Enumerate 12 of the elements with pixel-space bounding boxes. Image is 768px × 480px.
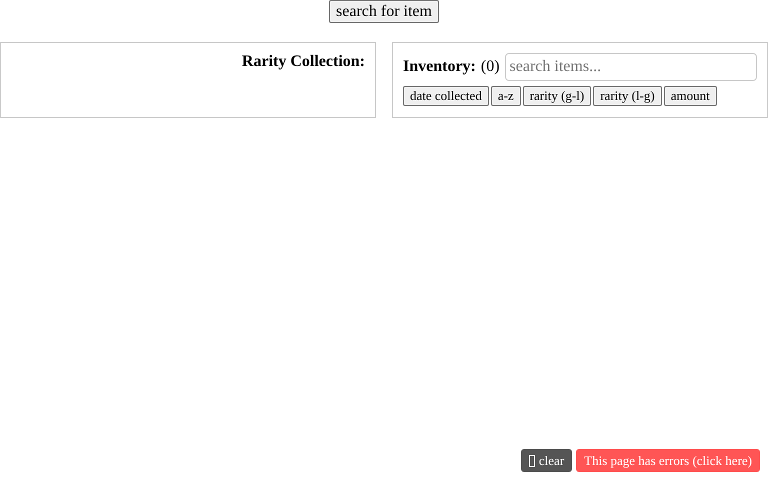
search-items-field[interactable]: search items... [504,53,757,81]
sort-button[interactable]: a-z [490,86,521,106]
missing-glyph-icon [528,454,535,466]
sort-button[interactable]: rarity (l-g) [593,86,662,106]
sort-button[interactable]: amount [664,86,717,106]
inventory-title: Inventory: [403,58,476,76]
inventory-count: (0) [480,58,500,76]
search-for-item-button[interactable]: search for item [329,0,439,23]
sort-button[interactable]: date collected [403,86,489,106]
sort-button[interactable]: rarity (g-l) [522,86,592,106]
rarity-collection-title: Rarity Collection: [242,53,365,72]
clear-button[interactable]: clear [520,449,572,472]
